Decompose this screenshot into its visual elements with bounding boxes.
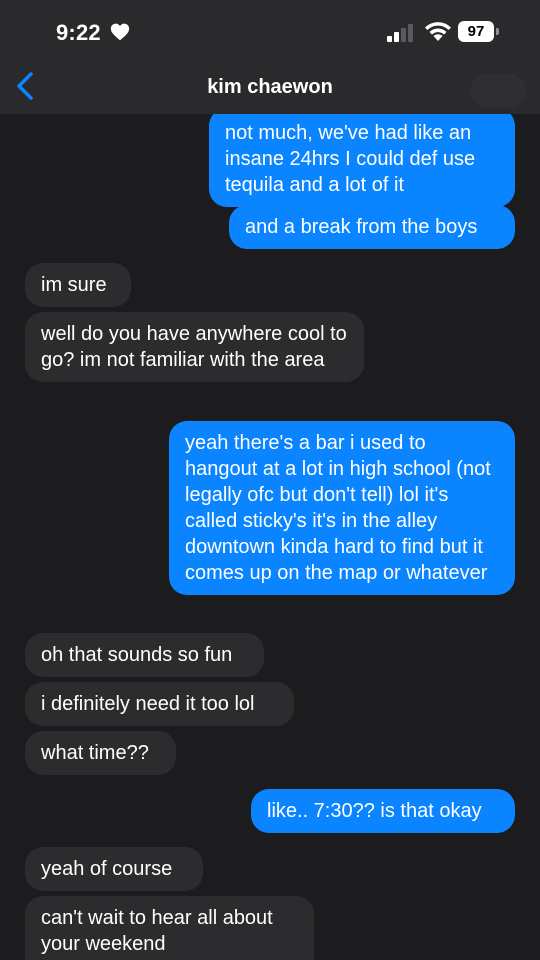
- battery-level: 97: [458, 21, 494, 42]
- status-time: 9:22: [56, 20, 101, 45]
- outgoing-message[interactable]: and a break from the boys: [229, 205, 515, 249]
- battery-icon: 97: [458, 21, 500, 42]
- outgoing-message[interactable]: not much, we've had like an insane 24hrs…: [209, 108, 515, 207]
- incoming-message[interactable]: oh that sounds so fun: [25, 633, 264, 677]
- outgoing-message[interactable]: yeah there's a bar i used to hangout at …: [169, 421, 515, 595]
- incoming-message[interactable]: i definitely need it too lol: [25, 682, 294, 726]
- battery-tip: [496, 28, 499, 35]
- outgoing-message[interactable]: like.. 7:30?? is that okay: [251, 789, 515, 833]
- wifi-icon: [425, 22, 451, 41]
- avatar[interactable]: [470, 74, 526, 108]
- navigation-header: 9:22 97 kim chaewon: [0, 0, 540, 114]
- incoming-message[interactable]: yeah of course: [25, 847, 203, 891]
- incoming-message[interactable]: can't wait to hear all about your weeken…: [25, 896, 314, 960]
- incoming-message[interactable]: well do you have anywhere cool to go? im…: [25, 312, 364, 382]
- heart-icon: [110, 23, 130, 41]
- message-thread: not much, we've had like an insane 24hrs…: [0, 0, 540, 960]
- cellular-signal-icon: [387, 24, 413, 42]
- incoming-message[interactable]: what time??: [25, 731, 176, 775]
- incoming-message[interactable]: im sure: [25, 263, 131, 307]
- contact-name[interactable]: kim chaewon: [0, 76, 540, 99]
